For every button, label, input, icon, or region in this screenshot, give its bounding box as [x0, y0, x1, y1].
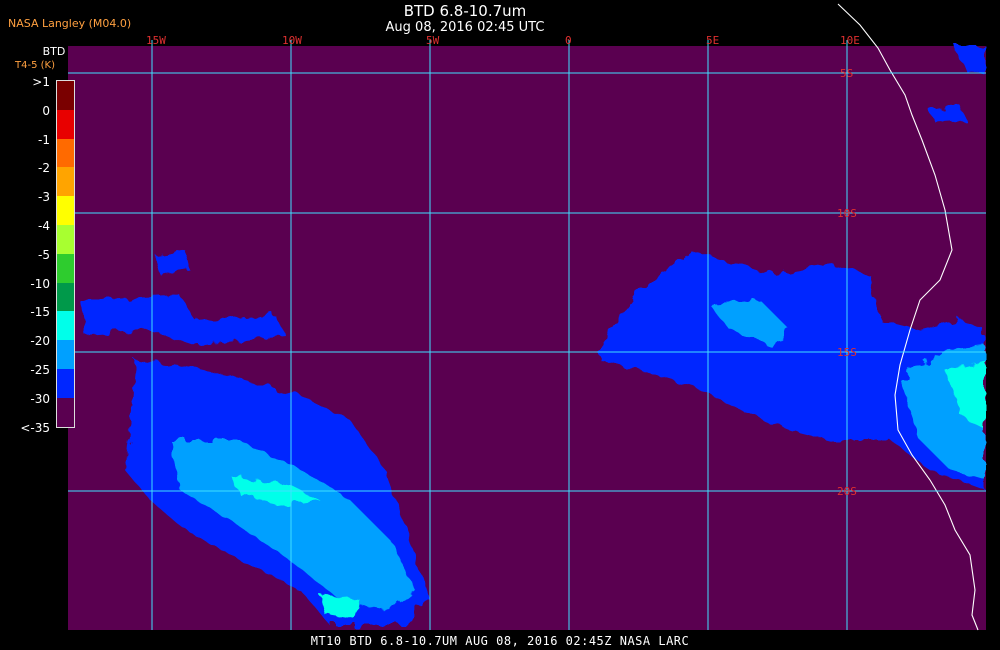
legend-tick-label: -3: [38, 190, 50, 205]
legend-tick-label: -2: [38, 161, 50, 176]
lon-label-15w: 15W: [146, 34, 166, 47]
legend-tick-label: -5: [38, 247, 50, 262]
lat-label-10s: 10S: [837, 207, 857, 220]
satellite-map: 15W 10W 5W 0 5E 10E 5S 10S 15S 20S: [68, 3, 986, 631]
legend-tick-label: -30: [30, 391, 50, 406]
lon-label-0: 0: [565, 34, 572, 47]
timestamp: Aug 08, 2016 02:45 UTC: [385, 20, 545, 35]
legend-swatch: [57, 282, 74, 312]
legend-swatch: [57, 311, 74, 341]
legend-tick-label: -20: [30, 334, 50, 349]
lon-label-10w: 10W: [282, 34, 302, 47]
lat-label-5s: 5S: [840, 67, 853, 80]
legend-tick-label: <-35: [20, 420, 50, 435]
legend-title: BTD: [42, 45, 66, 58]
legend-swatch: [57, 253, 74, 283]
legend-units: T4-5 (K): [15, 60, 55, 71]
lon-label-5e: 5E: [706, 34, 719, 47]
legend-tick-label: 0: [42, 103, 50, 118]
legend-tick-label: -15: [30, 305, 50, 320]
lon-label-5w: 5W: [426, 34, 440, 47]
legend-swatch: [57, 81, 74, 110]
legend-tick-label: -25: [30, 363, 50, 377]
lat-label-20s: 20S: [837, 485, 857, 498]
legend-tick-label: -1: [38, 132, 50, 147]
color-legend: [56, 80, 75, 428]
legend-swatch: [57, 368, 74, 398]
legend-tick-label: -4: [38, 219, 50, 233]
legend-swatch: [57, 196, 74, 225]
legend-tick-label: >1: [32, 75, 50, 89]
legend-swatch: [57, 109, 74, 139]
legend-swatch: [57, 138, 74, 168]
lon-label-10e: 10E: [840, 34, 860, 47]
footer-caption: MT10 BTD 6.8-10.7UM AUG 08, 2016 02:45Z …: [310, 634, 690, 648]
legend-swatch: [57, 397, 74, 427]
legend-tick-label: -10: [30, 276, 50, 291]
legend-swatch: [57, 167, 74, 197]
legend-swatch: [57, 224, 74, 254]
legend-swatch: [57, 340, 74, 369]
product-title: BTD 6.8-10.7um: [403, 2, 527, 20]
lat-label-15s: 15S: [837, 346, 857, 359]
